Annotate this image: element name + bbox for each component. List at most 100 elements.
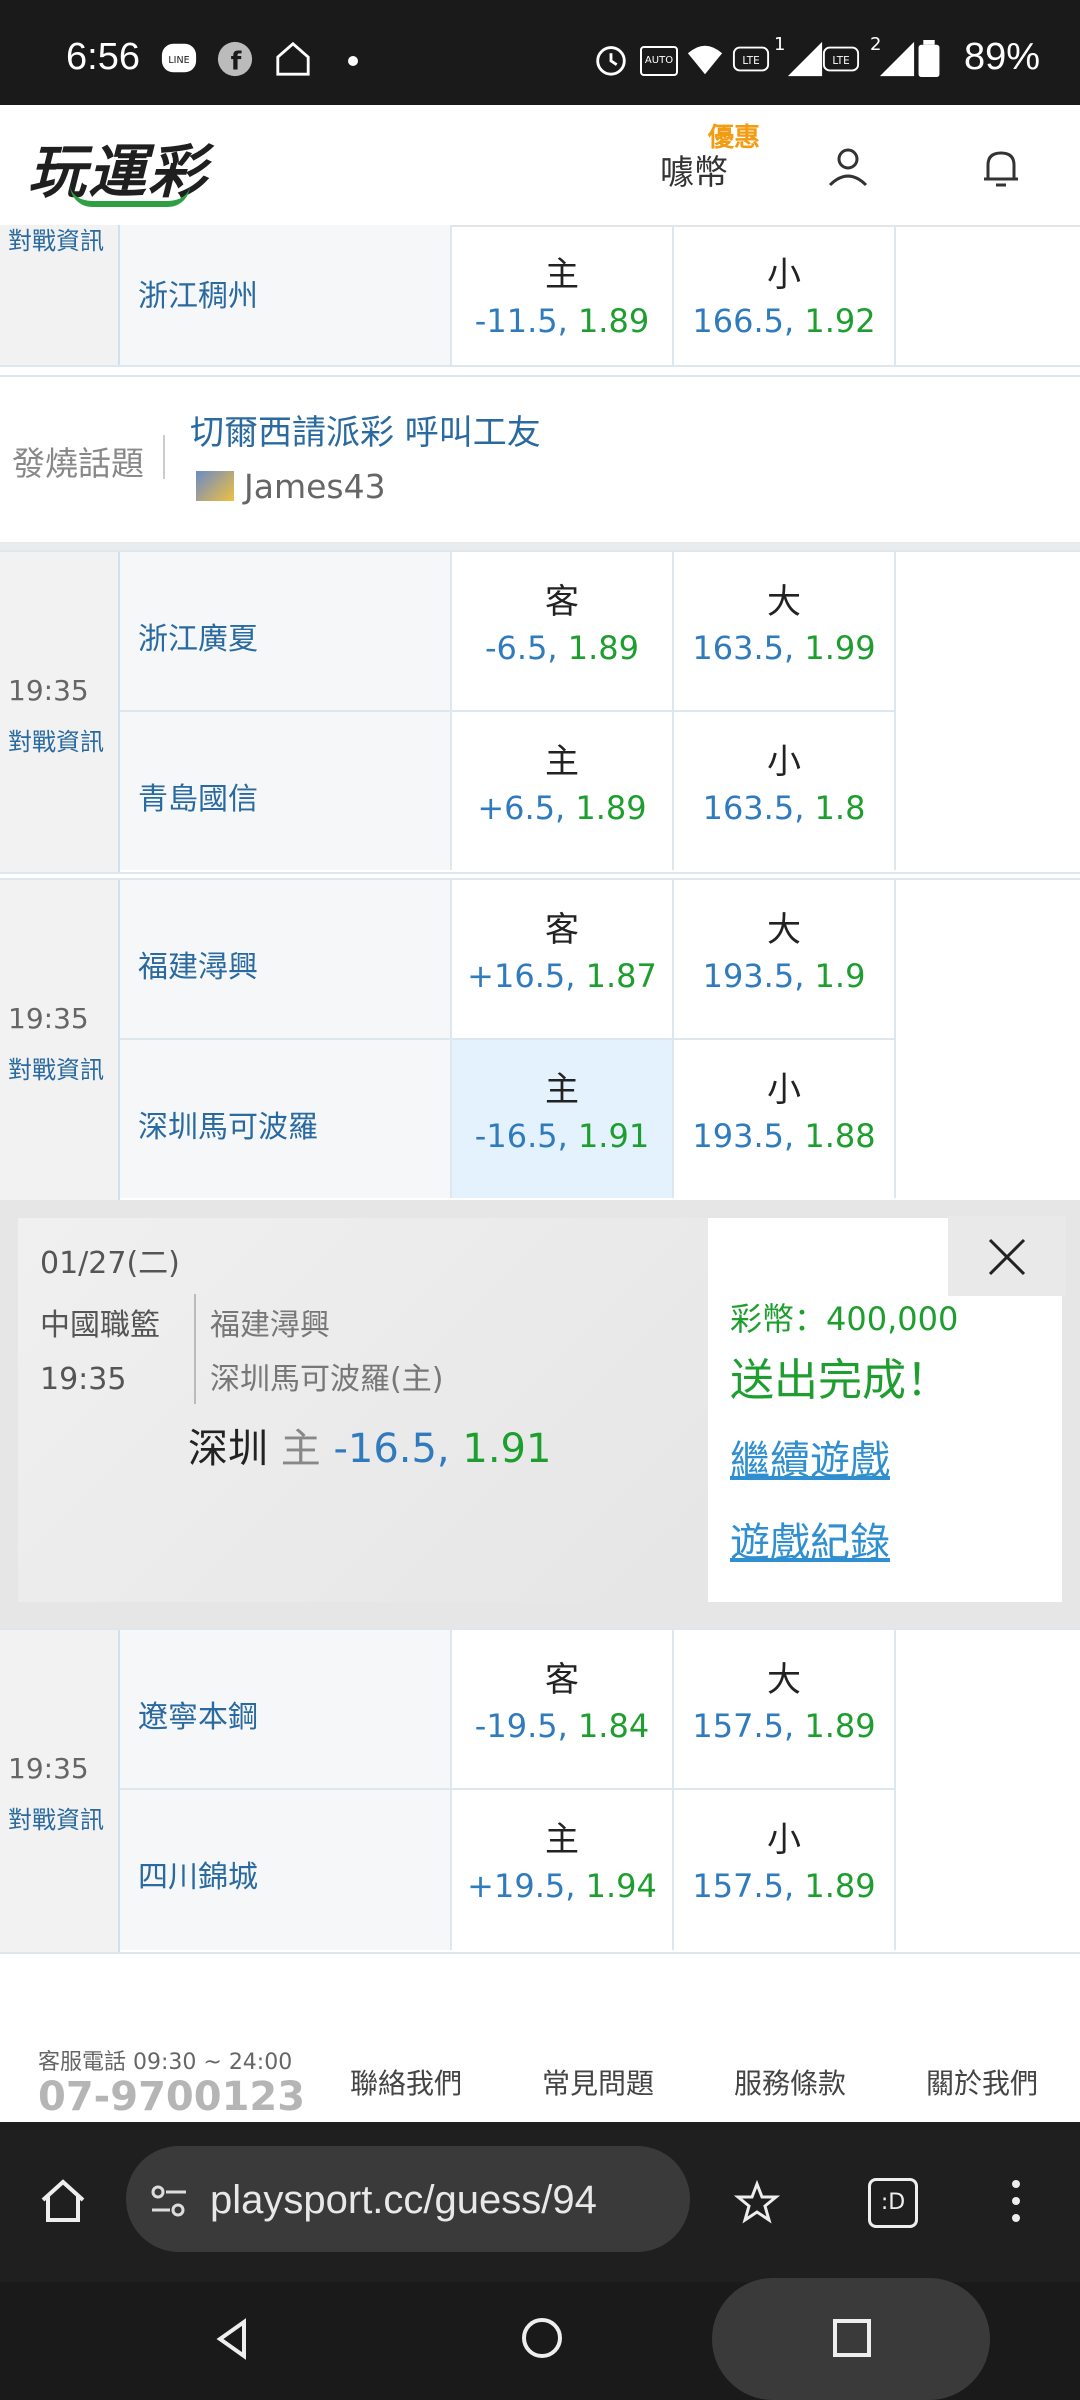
vs-info-link[interactable]: 對戰資訊	[8, 1800, 104, 1835]
submit-complete-message: 送出完成！	[730, 1355, 950, 1406]
match-row-2: 19:35 對戰資訊 福建潯興 客 +16.5, 1.87 大 193.5, 1…	[0, 878, 1080, 1202]
recents-icon[interactable]	[830, 2316, 874, 2360]
logo-swoosh	[70, 185, 190, 207]
close-button[interactable]	[948, 1216, 1066, 1296]
game-records-link[interactable]: 遊戲紀錄	[730, 1510, 890, 1568]
status-bar: 6:56 LINE f AUTO LTE 1 LTE 2 89%	[0, 0, 1080, 105]
total-odds: 193.5, 1.9	[702, 957, 866, 995]
handicap-side: 客	[545, 582, 579, 622]
ticket-divider	[194, 1294, 196, 1404]
total-odds: 157.5, 1.89	[692, 1867, 876, 1905]
home-nav-icon[interactable]	[518, 2314, 566, 2362]
total-side: 小	[767, 1070, 801, 1110]
svg-text:f: f	[231, 46, 242, 75]
user-icon[interactable]	[826, 145, 870, 189]
coin-balance: 彩幣：400,000	[730, 1300, 959, 1338]
hot-topic-title[interactable]: 切爾西請派彩 呼叫工友	[190, 405, 541, 454]
total-side: 大	[767, 1660, 801, 1700]
url-text[interactable]: playsport.cc/guess/94	[210, 2178, 597, 2223]
wifi-icon	[687, 45, 723, 75]
ticket-away-team: 福建潯興	[210, 1308, 330, 1343]
match-time-cell: 19:35 對戰資訊	[0, 552, 120, 872]
handicap-side: 主	[545, 255, 579, 295]
home-icon[interactable]	[38, 2176, 88, 2226]
handicap-side: 主	[545, 742, 579, 782]
team-name[interactable]: 福建潯興	[138, 942, 258, 986]
team-cell: 青島國信	[120, 712, 452, 870]
total-side: 小	[767, 1820, 801, 1860]
vs-info-link[interactable]: 對戰資訊	[8, 221, 104, 256]
team-cell: 深圳馬可波羅	[120, 1040, 452, 1198]
match-row-1: 19:35 對戰資訊 浙江廣夏 客 -6.5, 1.89 大 163.5, 1.…	[0, 550, 1080, 874]
volte-icon: LTE	[732, 46, 770, 72]
team-cell: 福建潯興	[120, 880, 452, 1040]
topic-username[interactable]: James43	[244, 467, 386, 506]
match-row-0: 對戰資訊 浙江稠州 主 -11.5, 1.89 小 166.5, 1.92	[0, 225, 1080, 367]
handicap-cell[interactable]: 主 +6.5, 1.89	[452, 712, 674, 870]
home-app-icon	[276, 41, 310, 76]
ticket-date: 01/27(二)	[40, 1246, 180, 1281]
total-cell[interactable]: 小 166.5, 1.92	[674, 225, 896, 365]
total-odds: 166.5, 1.92	[692, 302, 876, 340]
total-cell[interactable]: 小 163.5, 1.8	[674, 712, 896, 870]
support-phone[interactable]: 07-9700123	[38, 2074, 305, 2120]
pick-team: 深圳	[188, 1426, 268, 1472]
total-cell[interactable]: 小 157.5, 1.89	[674, 1790, 896, 1950]
vs-info-link[interactable]: 對戰資訊	[8, 722, 104, 757]
handicap-odds: -16.5, 1.91	[474, 1117, 650, 1155]
total-side: 大	[767, 910, 801, 950]
handicap-side: 主	[545, 1820, 579, 1860]
handicap-odds: +19.5, 1.94	[467, 1867, 657, 1905]
total-cell[interactable]: 大 157.5, 1.89	[674, 1630, 896, 1790]
footer-link-contact[interactable]: 聯絡我們	[350, 2062, 462, 2102]
coin-link[interactable]: 噱幣	[660, 145, 728, 194]
handicap-cell[interactable]: 客 -6.5, 1.89	[452, 552, 674, 712]
back-icon[interactable]	[210, 2316, 256, 2362]
team-name[interactable]: 四川錦城	[138, 1852, 258, 1896]
total-odds: 157.5, 1.89	[692, 1707, 876, 1745]
total-side: 小	[767, 742, 801, 782]
match-row-3: 19:35 對戰資訊 遼寧本鋼 客 -19.5, 1.84 大 157.5, 1…	[0, 1628, 1080, 1954]
vs-info-link[interactable]: 對戰資訊	[8, 1050, 104, 1085]
handicap-odds: -11.5, 1.89	[474, 302, 650, 340]
handicap-cell[interactable]: 客 -19.5, 1.84	[452, 1630, 674, 1790]
match-time: 19:35	[8, 1752, 89, 1785]
tabs-icon[interactable]: :D	[868, 2178, 918, 2228]
handicap-cell[interactable]: 主 -11.5, 1.89	[452, 225, 674, 365]
site-settings-icon[interactable]	[148, 2180, 190, 2222]
topic-divider	[163, 435, 165, 479]
svg-text:LTE: LTE	[742, 55, 759, 67]
alarm-icon	[596, 46, 626, 76]
menu-icon[interactable]	[1000, 2176, 1032, 2226]
line-icon: LINE	[161, 43, 197, 73]
team-name[interactable]: 青島國信	[138, 774, 258, 818]
handicap-cell[interactable]: 主 +19.5, 1.94	[452, 1790, 674, 1950]
battery-icon	[918, 40, 940, 78]
total-cell[interactable]: 大 163.5, 1.99	[674, 552, 896, 712]
footer-link-faq[interactable]: 常見問題	[542, 2062, 654, 2102]
team-name[interactable]: 浙江廣夏	[138, 614, 258, 658]
team-name[interactable]: 遼寧本鋼	[138, 1692, 258, 1736]
total-cell[interactable]: 小 193.5, 1.88	[674, 1040, 896, 1198]
footer-link-terms[interactable]: 服務條款	[734, 2062, 846, 2102]
star-icon[interactable]	[734, 2180, 780, 2226]
bell-icon[interactable]	[978, 145, 1024, 191]
team-cell: 浙江廣夏	[120, 552, 452, 712]
handicap-cell[interactable]: 客 +16.5, 1.87	[452, 880, 674, 1040]
total-odds: 193.5, 1.88	[692, 1117, 876, 1155]
facebook-icon: f	[217, 41, 253, 77]
team-cell: 遼寧本鋼	[120, 1630, 452, 1790]
continue-game-link[interactable]: 繼續遊戲	[730, 1428, 890, 1486]
handicap-side: 客	[545, 1660, 579, 1700]
footer-link-about[interactable]: 關於我們	[926, 2062, 1038, 2102]
handicap-cell-selected[interactable]: 主 -16.5, 1.91	[452, 1040, 674, 1198]
total-odds: 163.5, 1.99	[692, 629, 876, 667]
total-cell[interactable]: 大 193.5, 1.9	[674, 880, 896, 1040]
ticket-time: 19:35	[40, 1362, 127, 1397]
svg-text:LTE: LTE	[832, 55, 849, 67]
match-time: 19:35	[8, 1002, 89, 1035]
close-icon	[988, 1238, 1026, 1276]
pick-line: -16.5,	[333, 1426, 450, 1472]
team-name[interactable]: 浙江稠州	[138, 271, 258, 315]
team-name[interactable]: 深圳馬可波羅	[138, 1102, 318, 1146]
